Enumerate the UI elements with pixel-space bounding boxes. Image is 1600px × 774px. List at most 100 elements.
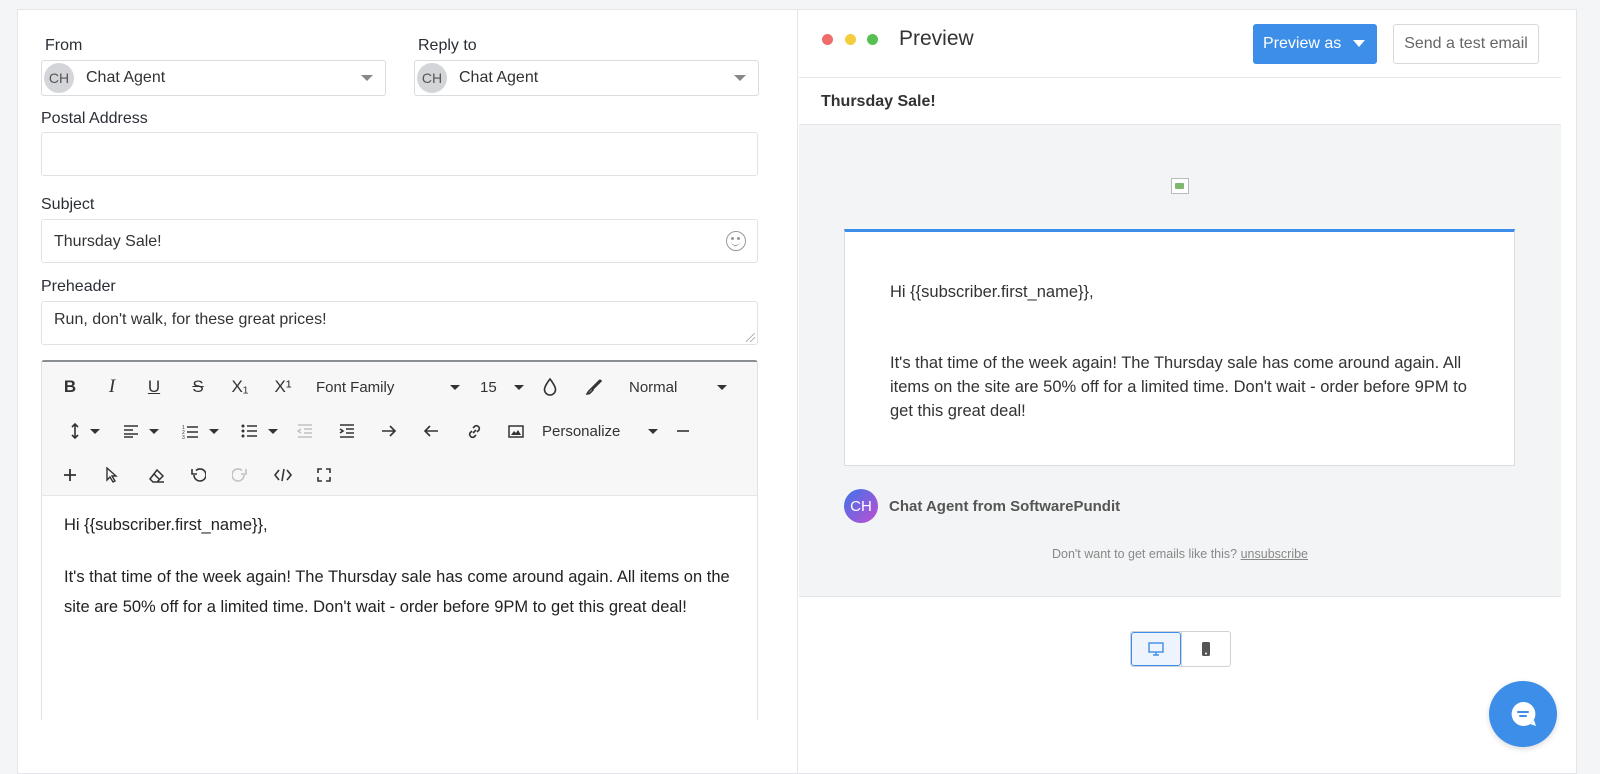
outdent-button[interactable] bbox=[294, 416, 316, 446]
chevron-down-icon bbox=[717, 385, 727, 390]
desktop-icon bbox=[1148, 642, 1164, 656]
line-height-button[interactable] bbox=[62, 416, 108, 446]
preheader-textarea-value: Run, don't walk, for these great prices! bbox=[54, 311, 327, 328]
chevron-down-icon bbox=[90, 428, 100, 434]
preheader-label: Preheader bbox=[41, 278, 116, 295]
arrow-right-button[interactable] bbox=[378, 416, 400, 446]
editor-paragraph: It's that time of the week again! The Th… bbox=[64, 568, 730, 616]
clear-formatting-button[interactable] bbox=[144, 460, 168, 490]
personalize-value: Personalize bbox=[542, 422, 621, 440]
reply-to-select[interactable]: CH Chat Agent bbox=[414, 60, 759, 96]
emoji-icon[interactable] bbox=[726, 231, 746, 251]
postal-address-input[interactable] bbox=[41, 132, 758, 176]
paragraph-format-value: Normal bbox=[629, 378, 678, 396]
bold-button[interactable]: B bbox=[58, 372, 82, 402]
unsubscribe-link[interactable]: unsubscribe bbox=[1241, 547, 1308, 561]
window-dot-yellow bbox=[845, 34, 856, 45]
email-card: Hi {{subscriber.first_name}}, It's that … bbox=[844, 229, 1515, 466]
fullscreen-icon bbox=[317, 468, 331, 482]
personalize-select[interactable]: Personalize bbox=[542, 416, 658, 446]
subject-input[interactable]: Thursday Sale! bbox=[41, 219, 758, 263]
chat-icon bbox=[1511, 701, 1536, 726]
fullscreen-button[interactable] bbox=[312, 460, 336, 490]
ordered-list-button[interactable]: 123 bbox=[177, 416, 223, 446]
email-greeting: Hi {{subscriber.first_name}}, bbox=[890, 283, 1094, 301]
align-left-icon bbox=[124, 425, 138, 438]
text-color-button[interactable] bbox=[539, 372, 561, 402]
brush-icon bbox=[585, 379, 603, 395]
preview-as-button[interactable]: Preview as bbox=[1253, 24, 1377, 64]
unsubscribe-footer: Don't want to get emails like this? unsu… bbox=[799, 547, 1561, 561]
add-button[interactable] bbox=[58, 460, 82, 490]
align-button[interactable] bbox=[120, 416, 162, 446]
ordered-list-icon: 123 bbox=[182, 425, 198, 439]
chevron-down-icon bbox=[514, 385, 524, 390]
preview-subject: Thursday Sale! bbox=[799, 77, 1561, 125]
image-icon bbox=[508, 424, 524, 438]
font-family-value: Font Family bbox=[316, 378, 395, 396]
horizontal-line-icon bbox=[677, 430, 689, 432]
from-select[interactable]: CH Chat Agent bbox=[41, 60, 386, 96]
font-family-select[interactable]: Font Family bbox=[316, 372, 460, 402]
email-preview-canvas: Hi {{subscriber.first_name}}, It's that … bbox=[799, 125, 1561, 597]
unordered-list-button[interactable] bbox=[236, 416, 282, 446]
chevron-down-icon bbox=[450, 385, 460, 390]
caret-down-icon bbox=[1353, 40, 1365, 47]
desktop-view-button[interactable] bbox=[1131, 632, 1181, 666]
avatar: CH bbox=[44, 63, 74, 93]
code-view-button[interactable] bbox=[271, 460, 295, 490]
plus-icon bbox=[64, 469, 76, 481]
background-color-button[interactable] bbox=[582, 372, 606, 402]
rich-text-editor: B I U S X₁ X¹ Font Family 15 Normal 1 2 … bbox=[41, 360, 758, 720]
font-size-value: 15 bbox=[480, 378, 497, 396]
insert-link-button[interactable] bbox=[463, 416, 485, 446]
cursor-icon bbox=[106, 467, 118, 483]
horizontal-line-button[interactable] bbox=[672, 416, 694, 446]
reply-to-label: Reply to bbox=[418, 37, 477, 54]
link-icon bbox=[468, 424, 480, 438]
chevron-down-icon bbox=[734, 75, 746, 81]
send-test-email-button[interactable]: Send a test email bbox=[1393, 24, 1539, 64]
eraser-icon bbox=[148, 468, 164, 483]
preheader-textarea[interactable]: Run, don't walk, for these great prices! bbox=[41, 301, 758, 345]
font-size-select[interactable]: 15 bbox=[480, 372, 524, 402]
strikethrough-button[interactable]: S bbox=[186, 372, 210, 402]
indent-icon bbox=[339, 424, 354, 438]
arrow-right-icon bbox=[382, 425, 397, 437]
editor-content[interactable]: Hi {{subscriber.first_name}}, It's that … bbox=[64, 510, 737, 644]
editor-greeting: Hi {{subscriber.first_name}}, bbox=[64, 516, 268, 534]
broken-image-icon bbox=[1171, 178, 1189, 194]
bulleted-list-icon bbox=[241, 424, 257, 438]
window-dot-green bbox=[867, 34, 878, 45]
from-select-value: Chat Agent bbox=[86, 69, 166, 86]
sender-name: Chat Agent from SoftwarePundit bbox=[889, 497, 1121, 515]
underline-button[interactable]: U bbox=[142, 372, 166, 402]
arrow-left-button[interactable] bbox=[420, 416, 442, 446]
chevron-down-icon bbox=[648, 429, 658, 434]
sender-signature: CH Chat Agent from SoftwarePundit bbox=[844, 489, 1120, 523]
subscript-button[interactable]: X₁ bbox=[227, 372, 253, 402]
from-label: From bbox=[45, 37, 83, 54]
window-dot-red bbox=[822, 34, 833, 45]
avatar: CH bbox=[417, 63, 447, 93]
italic-button[interactable]: I bbox=[100, 372, 124, 402]
chevron-down-icon bbox=[149, 428, 159, 434]
postal-address-label: Postal Address bbox=[41, 110, 148, 127]
compose-pane: From CH Chat Agent Reply to CH Chat Agen… bbox=[18, 10, 798, 774]
mobile-view-button[interactable] bbox=[1181, 632, 1230, 666]
superscript-button[interactable]: X¹ bbox=[270, 372, 296, 402]
redo-button[interactable] bbox=[228, 460, 252, 490]
arrow-left-icon bbox=[423, 425, 438, 437]
email-paragraph: It's that time of the week again! The Th… bbox=[890, 354, 1467, 420]
paragraph-format-select[interactable]: Normal bbox=[629, 372, 727, 402]
app-frame: From CH Chat Agent Reply to CH Chat Agen… bbox=[17, 9, 1577, 774]
undo-button[interactable] bbox=[186, 460, 210, 490]
line-height-icon bbox=[71, 422, 79, 440]
resize-grip-icon[interactable] bbox=[746, 333, 755, 342]
outdent-icon bbox=[297, 424, 312, 438]
indent-button[interactable] bbox=[336, 416, 358, 446]
chat-widget-button[interactable] bbox=[1489, 681, 1557, 747]
insert-image-button[interactable] bbox=[505, 416, 527, 446]
droplet-icon bbox=[543, 378, 557, 396]
select-all-button[interactable] bbox=[100, 460, 124, 490]
